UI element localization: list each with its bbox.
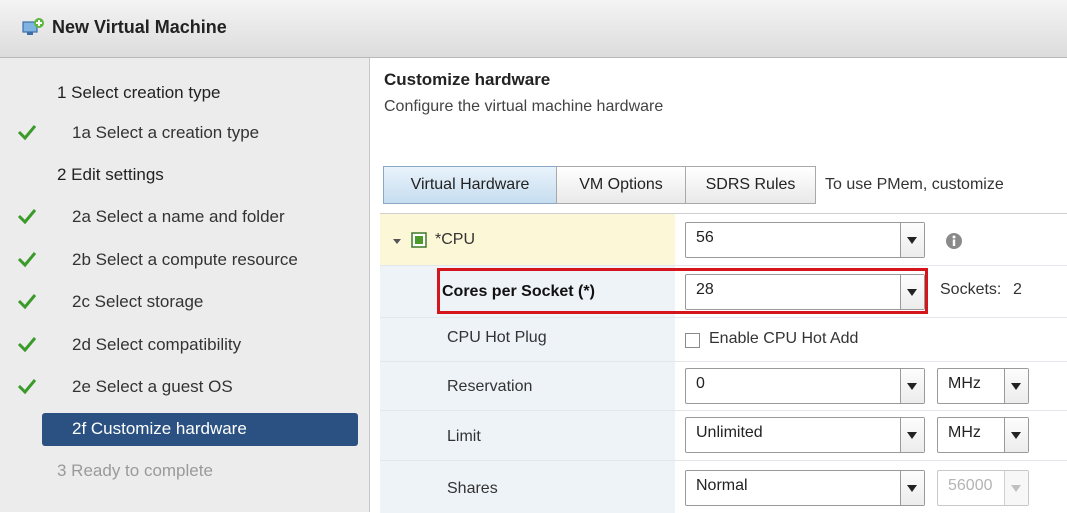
shares-label: Shares: [447, 480, 498, 497]
step-customize-hardware[interactable]: 2f Customize hardware: [42, 413, 358, 446]
pmem-note: To use PMem, customize: [825, 176, 1004, 193]
limit-unit-value: MHz: [948, 424, 981, 441]
cpu-row: *CPU 56: [380, 214, 1067, 266]
dropdown-arrow-icon[interactable]: [900, 223, 924, 257]
tab-virtual-hardware[interactable]: Virtual Hardware: [383, 166, 557, 204]
cpu-hot-plug-row: CPU Hot Plug Enable CPU Hot Add: [380, 318, 1067, 362]
page-title: Customize hardware: [384, 70, 551, 89]
dropdown-arrow-icon[interactable]: [900, 471, 924, 505]
step-label: 1a Select a creation type: [72, 123, 260, 142]
cpu-hot-plug-label: CPU Hot Plug: [447, 329, 547, 346]
step-label: 2f Customize hardware: [72, 419, 247, 438]
step-select-compute-resource[interactable]: 2b Select a compute resource: [0, 242, 370, 278]
step-label: 2e Select a guest OS: [72, 377, 233, 396]
chevron-down-icon[interactable]: [392, 238, 402, 246]
step-label: 2c Select storage: [72, 292, 204, 311]
tab-vm-options[interactable]: VM Options: [556, 166, 686, 204]
enable-cpu-hot-add-label[interactable]: Enable CPU Hot Add: [709, 330, 858, 348]
step-label: 2d Select compatibility: [72, 335, 242, 354]
cpu-count-value: 56: [696, 229, 714, 246]
checkmark-icon: [17, 337, 37, 353]
sockets-value: 2: [1013, 281, 1022, 298]
sockets-label: Sockets:: [940, 281, 1002, 298]
step-select-guest-os[interactable]: 2e Select a guest OS: [0, 369, 370, 405]
dropdown-arrow-icon[interactable]: [900, 418, 924, 452]
checkmark-icon: [17, 294, 37, 310]
step-select-compatibility[interactable]: 2d Select compatibility: [0, 327, 370, 363]
step-label: 3 Ready to complete: [57, 461, 213, 480]
dropdown-arrow-icon[interactable]: [900, 369, 924, 403]
step-edit-settings[interactable]: 2 Edit settings: [0, 157, 370, 193]
checkmark-icon: [17, 252, 37, 268]
info-icon[interactable]: [945, 232, 963, 250]
step-select-creation-type[interactable]: 1 Select creation type: [0, 75, 370, 111]
tab-sdrs-rules[interactable]: SDRS Rules: [685, 166, 816, 204]
wizard-step-sidebar: 1 Select creation type 1a Select a creat…: [0, 58, 370, 512]
step-select-name-and-folder[interactable]: 2a Select a name and folder: [0, 199, 370, 235]
page-subtitle: Configure the virtual machine hardware: [384, 98, 664, 115]
step-select-a-creation-type[interactable]: 1a Select a creation type: [0, 115, 370, 151]
reservation-label: Reservation: [447, 378, 533, 395]
shares-row: Shares Normal 56000: [380, 461, 1067, 513]
step-select-storage[interactable]: 2c Select storage: [0, 284, 370, 320]
limit-row: Limit Unlimited MHz: [380, 411, 1067, 461]
hardware-settings-table: *CPU 56 Cores per Socket (*) 28 Sockets:…: [380, 213, 1067, 513]
cpu-chip-icon: [411, 232, 427, 248]
shares-level-value: Normal: [696, 477, 748, 494]
reservation-input[interactable]: 0: [685, 368, 925, 404]
highlight-box: [437, 268, 928, 314]
reservation-unit-value: MHz: [948, 375, 981, 392]
vm-add-icon: [22, 18, 44, 35]
step-ready-to-complete[interactable]: 3 Ready to complete: [0, 453, 370, 489]
limit-value: Unlimited: [696, 424, 763, 441]
step-label: 2 Edit settings: [57, 165, 164, 184]
checkmark-icon: [17, 209, 37, 225]
dropdown-arrow-icon[interactable]: [1004, 418, 1028, 452]
dropdown-arrow-icon[interactable]: [1004, 369, 1028, 403]
shares-level-select[interactable]: Normal: [685, 470, 925, 506]
step-label: 2b Select a compute resource: [72, 250, 298, 269]
cpu-label: *CPU: [435, 231, 476, 248]
limit-unit-select[interactable]: MHz: [937, 417, 1029, 453]
dialog-title: New Virtual Machine: [52, 17, 227, 37]
checkmark-icon: [17, 125, 37, 141]
limit-input[interactable]: Unlimited: [685, 417, 925, 453]
shares-amount-value: 56000: [948, 477, 993, 494]
shares-amount-input[interactable]: 56000: [937, 470, 1029, 506]
reservation-row: Reservation 0 MHz: [380, 362, 1067, 411]
enable-cpu-hot-add-checkbox[interactable]: [685, 333, 700, 348]
dropdown-arrow-icon[interactable]: [1004, 471, 1028, 505]
step-label: 2a Select a name and folder: [72, 207, 285, 226]
reservation-unit-select[interactable]: MHz: [937, 368, 1029, 404]
dialog-title-bar: New Virtual Machine: [0, 0, 1067, 58]
limit-label: Limit: [447, 428, 481, 445]
checkmark-icon: [17, 379, 37, 395]
reservation-value: 0: [696, 375, 705, 392]
cpu-count-select[interactable]: 56: [685, 222, 925, 258]
step-label: 1 Select creation type: [57, 83, 221, 102]
